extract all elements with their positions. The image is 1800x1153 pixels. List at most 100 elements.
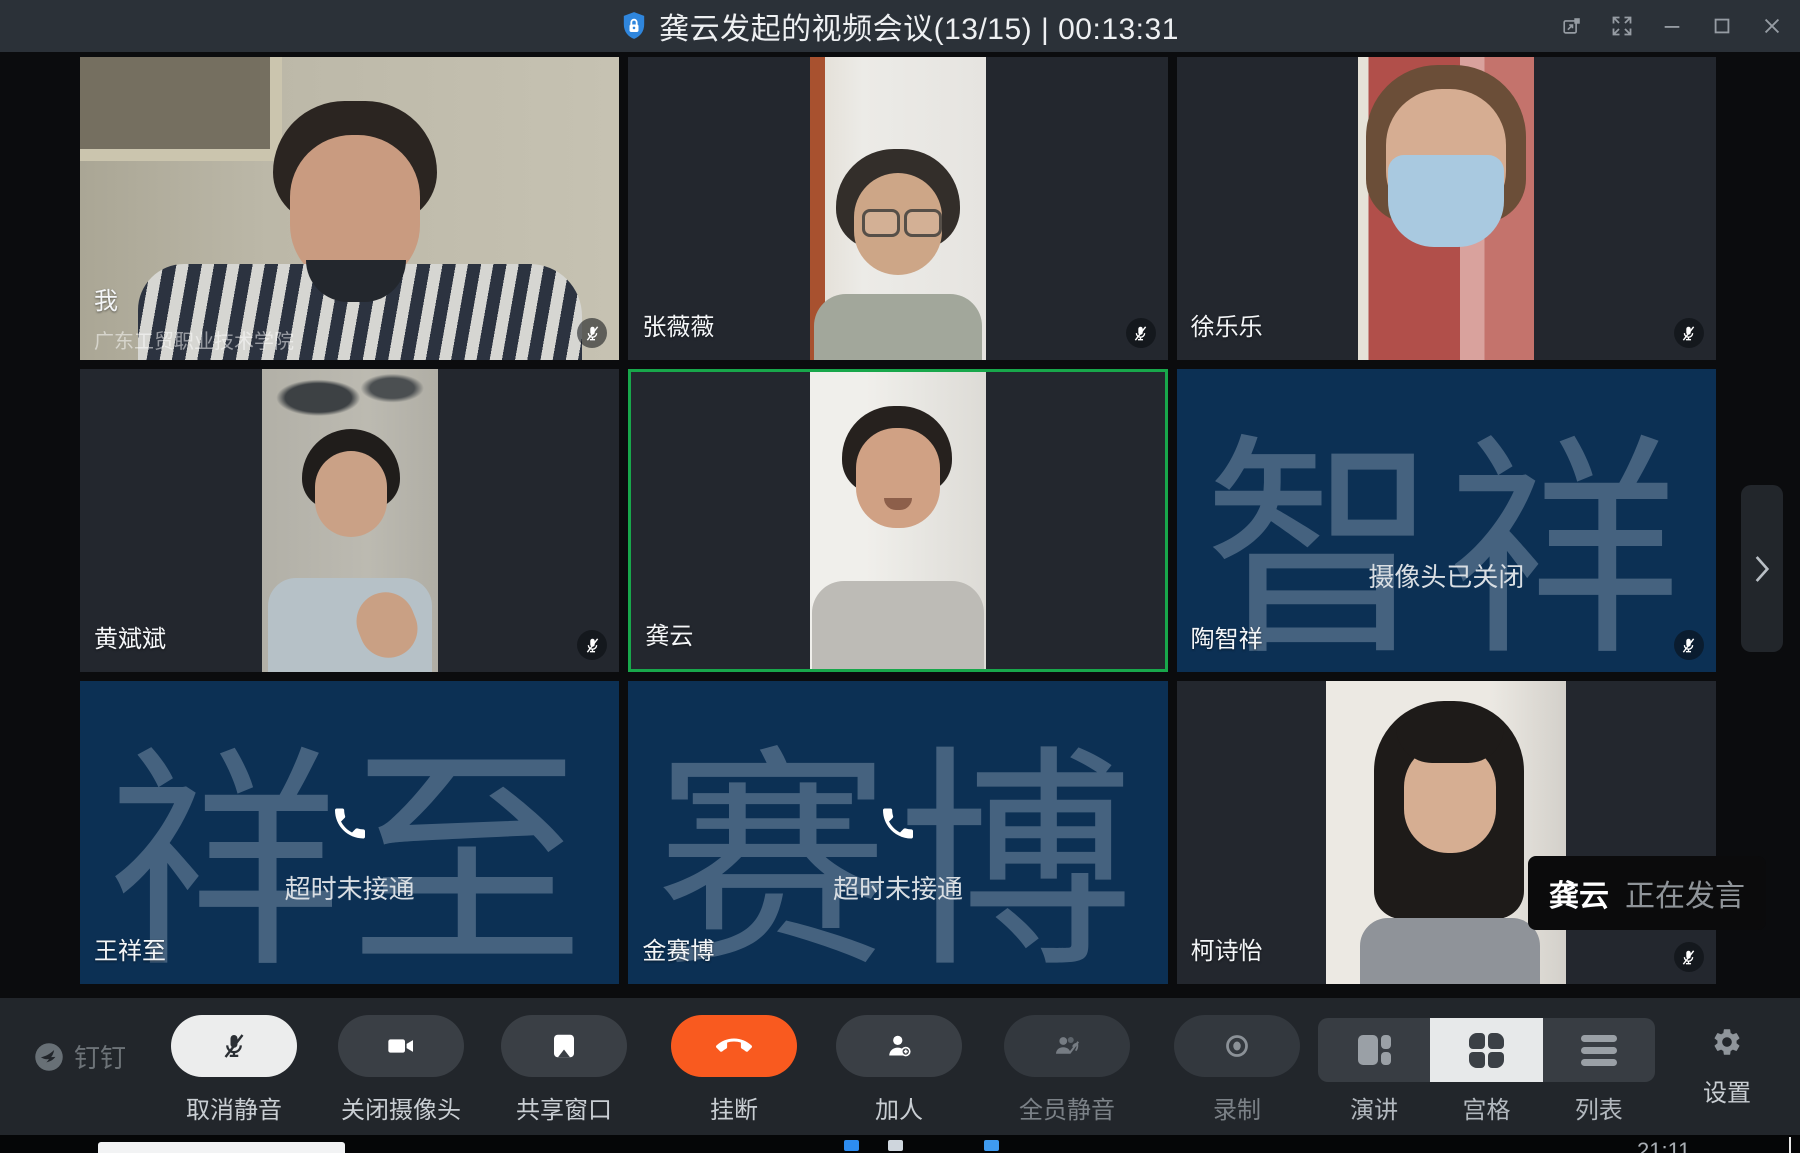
mute-all-label: 全员静音 [1001, 1090, 1133, 1125]
meeting-toolbar: 钉钉 取消静音 关闭摄像头 [0, 998, 1800, 1135]
dingtalk-logo-icon [34, 1042, 64, 1072]
add-person-icon [884, 1031, 914, 1061]
participant-name: 我 [94, 281, 118, 316]
face-mask-decor [1388, 155, 1504, 247]
settings-button[interactable]: 设置 [1692, 1026, 1762, 1108]
mic-muted-icon [577, 630, 607, 660]
video-tile-me[interactable]: 我 广东工贸职业技术学院 [80, 57, 619, 360]
call-timeout-status: 超时未接通 [80, 869, 619, 906]
video-tile-jinsaibo[interactable]: 赛博 超时未接通 金赛博 [628, 681, 1167, 984]
participant-name: 黄斌斌 [94, 619, 166, 654]
add-person-button[interactable]: 加人 [833, 1015, 965, 1125]
desktop-taskbar-sliver: 21:11 [0, 1135, 1800, 1153]
chevron-right-icon [1754, 554, 1770, 584]
person-silhouette [856, 428, 940, 528]
maximize-icon[interactable] [1710, 14, 1734, 38]
fullscreen-icon[interactable] [1610, 14, 1634, 38]
participant-name: 陶智祥 [1191, 619, 1263, 654]
participant-name: 张薇薇 [642, 307, 714, 342]
participant-name: 龚云 [645, 616, 693, 651]
mic-muted-icon [219, 1031, 249, 1061]
camera-off-button[interactable]: 关闭摄像头 [335, 1015, 467, 1125]
video-feed [262, 369, 438, 672]
person-silhouette [1360, 918, 1540, 984]
camera-icon [385, 1030, 417, 1062]
person-silhouette [814, 294, 982, 360]
view-switcher [1318, 1018, 1655, 1082]
grid-view-icon [1469, 1033, 1504, 1068]
participant-name: 柯诗怡 [1191, 931, 1263, 966]
video-tile-wangxiangzhi[interactable]: 祥至 超时未接通 王祥至 [80, 681, 619, 984]
add-person-pill [836, 1015, 962, 1077]
unmute-pill [171, 1015, 297, 1077]
video-tile-gongyun-active[interactable]: 龚云 [628, 369, 1167, 672]
taskbar-app-icon[interactable] [888, 1140, 903, 1151]
mute-all-pill [1004, 1015, 1130, 1077]
video-tile-keshiyi[interactable]: 柯诗怡 [1177, 681, 1716, 984]
wall-frame-decor [80, 57, 282, 161]
meeting-title: 龚云发起的视频会议(13/15) | 00:13:31 [659, 4, 1179, 48]
share-window-label: 共享窗口 [498, 1090, 630, 1125]
participant-name: 金赛博 [642, 931, 714, 966]
record-label: 录制 [1171, 1090, 1303, 1125]
mute-all-button[interactable]: 全员静音 [1001, 1015, 1133, 1125]
titlebar: 龚云发起的视频会议(13/15) | 00:13:31 [0, 0, 1800, 52]
painting-decor [262, 369, 438, 433]
dingtalk-brand: 钉钉 [34, 1038, 126, 1075]
record-icon [1222, 1031, 1252, 1061]
taskbar-clock: 21:11 [1637, 1138, 1690, 1153]
minimize-icon[interactable] [1660, 14, 1684, 38]
person-silhouette [315, 451, 387, 537]
video-tile-taozhixiang[interactable]: 智祥 摄像头已关闭 陶智祥 [1177, 369, 1716, 672]
view-list-button[interactable] [1543, 1018, 1655, 1082]
org-watermark: 广东工贸职业技术学院 [94, 325, 294, 354]
view-list-label: 列表 [1543, 1090, 1655, 1125]
taskbar-app-icon[interactable] [984, 1140, 999, 1151]
speaking-toast-name: 龚云 [1549, 871, 1609, 915]
unmute-button[interactable]: 取消静音 [168, 1015, 300, 1125]
close-icon[interactable] [1760, 14, 1784, 38]
mic-muted-icon [1126, 318, 1156, 348]
hang-up-icon [716, 1028, 752, 1064]
video-feed [810, 372, 986, 669]
settings-label: 设置 [1692, 1073, 1762, 1108]
video-tile-xulele[interactable]: 徐乐乐 [1177, 57, 1716, 360]
record-button[interactable]: 录制 [1171, 1015, 1303, 1125]
video-feed [80, 57, 619, 360]
camera-off-status: 摄像头已关闭 [1177, 557, 1716, 594]
view-grid-button-active[interactable] [1430, 1018, 1542, 1082]
video-tile-zhangweiwei[interactable]: 张薇薇 [628, 57, 1167, 360]
share-window-button[interactable]: 共享窗口 [498, 1015, 630, 1125]
hang-up-pill [671, 1015, 797, 1077]
speaker-view-icon [1358, 1035, 1391, 1065]
phone-call-icon [878, 804, 918, 849]
participant-name: 徐乐乐 [1191, 307, 1263, 342]
popout-window-icon[interactable] [1560, 14, 1584, 38]
record-pill [1174, 1015, 1300, 1077]
list-view-icon [1581, 1035, 1617, 1066]
background-window-sliver[interactable] [98, 1142, 345, 1153]
person-silhouette [812, 581, 984, 669]
dingtalk-brand-label: 钉钉 [74, 1038, 126, 1075]
phone-call-icon [330, 804, 370, 849]
view-speaker-label: 演讲 [1318, 1090, 1430, 1125]
camera-off-label: 关闭摄像头 [335, 1090, 467, 1125]
video-feed [810, 57, 986, 360]
speaking-toast: 龚云 正在发言 [1528, 856, 1766, 930]
add-person-label: 加人 [833, 1090, 965, 1125]
hang-up-button[interactable]: 挂断 [668, 1015, 800, 1125]
mic-muted-icon [1674, 630, 1704, 660]
unmute-label: 取消静音 [168, 1090, 300, 1125]
gear-icon [1711, 1026, 1743, 1058]
speaking-toast-text: 正在发言 [1625, 871, 1745, 915]
video-feed [1326, 681, 1566, 984]
view-grid-label: 宫格 [1430, 1090, 1542, 1125]
glasses-decor [862, 209, 900, 237]
video-tile-huangbinbin[interactable]: 黄斌斌 [80, 369, 619, 672]
view-speaker-button[interactable] [1318, 1018, 1430, 1082]
expand-sidebar-button[interactable] [1741, 485, 1783, 652]
taskbar-app-icon[interactable] [844, 1140, 859, 1151]
mic-muted-icon [1674, 318, 1704, 348]
mic-muted-icon [1674, 942, 1704, 972]
video-grid: 我 广东工贸职业技术学院 张薇薇 [80, 57, 1716, 984]
